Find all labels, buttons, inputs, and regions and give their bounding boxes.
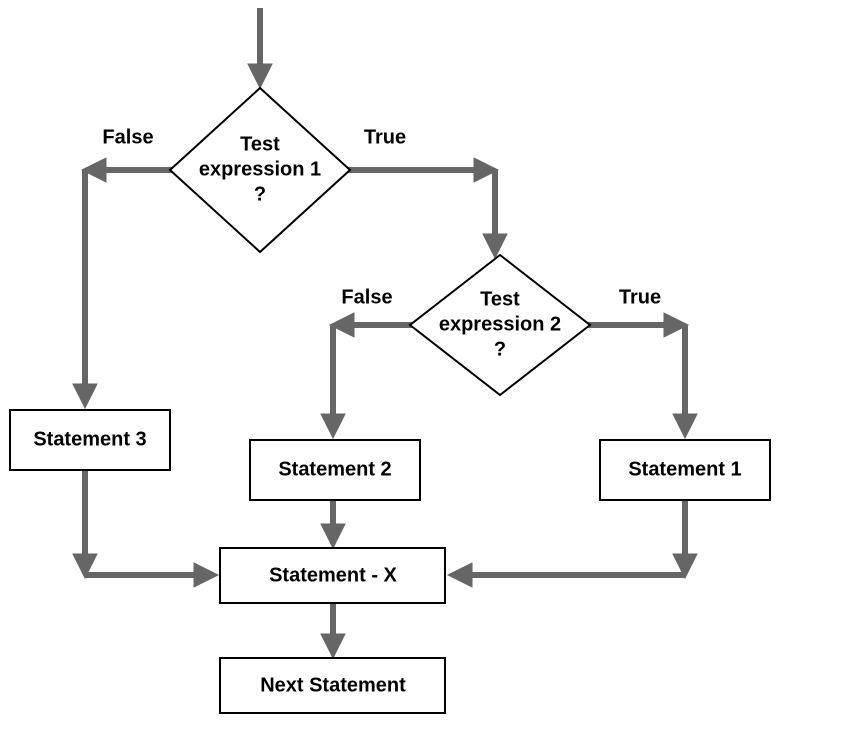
- flowchart-canvas: False True False True Test expression 1 …: [0, 0, 851, 737]
- label-d1-true: True: [364, 126, 406, 148]
- arrow-d1-false-vertical: [73, 170, 97, 408]
- decision-1: Test expression 1 ?: [170, 88, 350, 252]
- decision-2: Test expression 2 ?: [410, 255, 590, 395]
- arrow-stmt3-down: [73, 470, 97, 578]
- arrow-d2-false-horizontal: [330, 313, 418, 337]
- next-statement-box: Next Statement: [220, 658, 445, 713]
- label-d1-false: False: [102, 126, 153, 148]
- decision-1-line3: ?: [254, 183, 266, 205]
- arrow-d1-true-horizontal: [345, 158, 498, 182]
- arrow-stmt2-down: [321, 500, 345, 548]
- arrow-entry: [248, 8, 272, 88]
- arrow-d2-true-horizontal: [585, 313, 688, 337]
- statement-3-box: Statement 3: [10, 410, 170, 470]
- statement-x-box: Statement - X: [220, 548, 445, 603]
- next-statement-label: Next Statement: [260, 674, 406, 696]
- statement-3-label: Statement 3: [33, 428, 146, 450]
- arrow-d1-true-vertical: [483, 170, 507, 258]
- decision-2-line2: expression 2: [439, 313, 561, 335]
- arrow-d1-false-horizontal: [82, 158, 175, 182]
- arrow-stmt1-down: [673, 500, 697, 578]
- arrow-d2-true-vertical: [673, 325, 697, 438]
- statement-2-box: Statement 2: [250, 440, 420, 500]
- arrow-stmt1-left: [448, 563, 685, 587]
- statement-1-box: Statement 1: [600, 440, 770, 500]
- label-d2-true: True: [619, 286, 661, 308]
- decision-2-line1: Test: [480, 288, 520, 310]
- decision-2-line3: ?: [494, 338, 506, 360]
- decision-1-line1: Test: [240, 133, 280, 155]
- statement-1-label: Statement 1: [628, 458, 741, 480]
- statement-x-label: Statement - X: [269, 564, 397, 586]
- statement-2-label: Statement 2: [278, 458, 391, 480]
- label-d2-false: False: [341, 286, 392, 308]
- arrow-d2-false-vertical: [321, 325, 345, 438]
- decision-1-line2: expression 1: [199, 158, 321, 180]
- arrow-stmt3-right: [85, 563, 218, 587]
- arrow-stmtX-down: [321, 602, 345, 658]
